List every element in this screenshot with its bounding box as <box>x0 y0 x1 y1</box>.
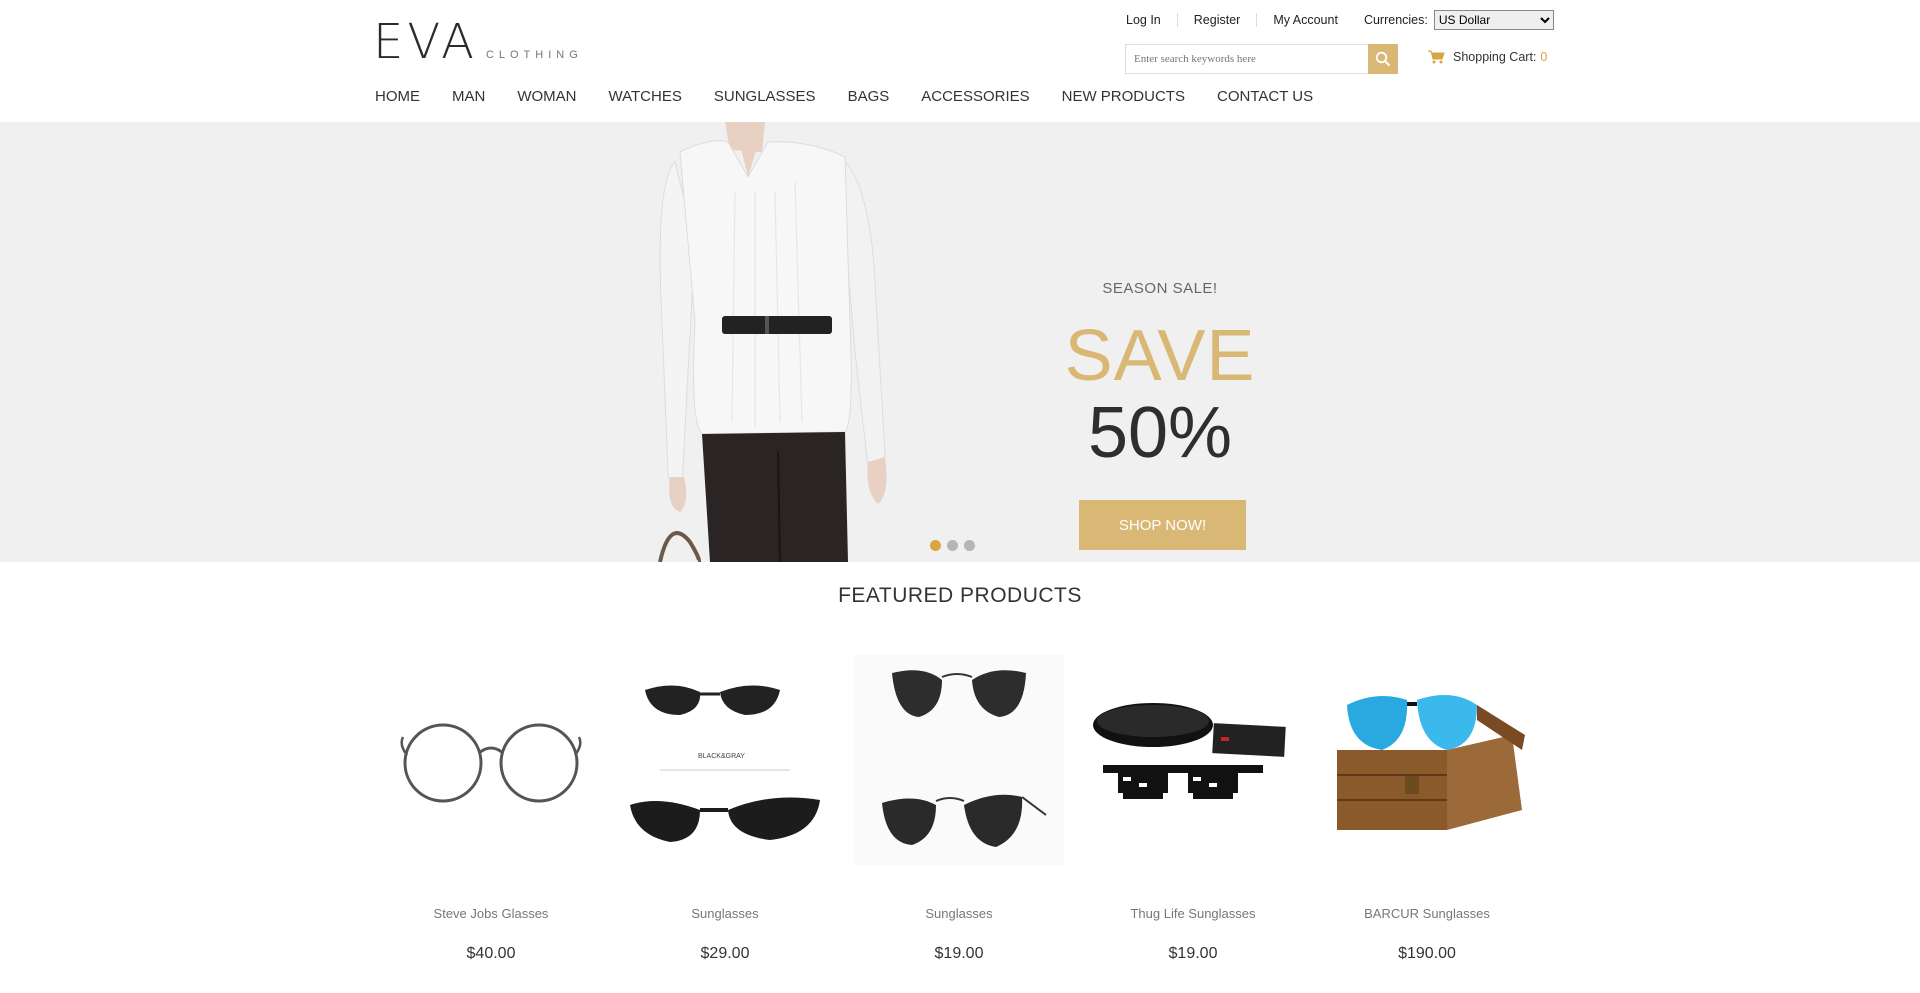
currency-select[interactable]: US Dollar <box>1433 10 1554 30</box>
nav-item-woman[interactable]: WOMAN <box>517 88 576 105</box>
nav-item-contact-us[interactable]: CONTACT US <box>1217 88 1313 105</box>
nav-item-home[interactable]: HOME <box>375 88 420 105</box>
product-caption: BLACK&GRAY <box>698 753 745 760</box>
product-price: $190.00 <box>1398 945 1456 962</box>
hero-eyebrow: SEASON SALE! <box>1102 280 1218 297</box>
featured-products-title: FEATURED PRODUCTS <box>838 584 1082 607</box>
product-image: BLACK&GRAY <box>620 650 830 870</box>
search-button[interactable] <box>1368 44 1398 74</box>
shopping-cart[interactable]: Shopping Cart: 0 <box>1428 50 1547 64</box>
product-name: Sunglasses <box>691 906 759 921</box>
shop-now-button[interactable]: SHOP NOW! <box>1079 500 1246 550</box>
product-price: $40.00 <box>466 945 516 962</box>
hero-discount: 50% <box>1087 393 1233 473</box>
hero-headline: SAVE <box>1064 316 1256 396</box>
cart-label: Shopping Cart: <box>1453 50 1537 64</box>
top-links: Log In Register My Account Currencies: U… <box>1110 10 1554 30</box>
hero-slider: SEASON SALE! SAVE 50% SHOP NOW! <box>0 122 1920 562</box>
slider-dots <box>930 540 981 551</box>
product-card[interactable]: Thug Life Sunglasses $19.00 <box>1076 650 1310 963</box>
nav-item-man[interactable]: MAN <box>452 88 485 105</box>
nav-item-new-products[interactable]: NEW PRODUCTS <box>1062 88 1185 105</box>
product-grid: Steve Jobs Glasses $40.00 BLACK&GRAY Sun… <box>374 650 1544 963</box>
nav-item-accessories[interactable]: ACCESSORIES <box>921 88 1029 105</box>
logo[interactable]: EVA CLOTHING <box>373 14 583 70</box>
slider-dot-1[interactable] <box>930 540 941 551</box>
nav-item-sunglasses[interactable]: SUNGLASSES <box>714 88 816 105</box>
product-image <box>854 650 1064 870</box>
search-bar <box>1125 44 1398 74</box>
currencies-label: Currencies: <box>1363 13 1428 27</box>
logo-tagline: CLOTHING <box>485 49 583 61</box>
register-link[interactable]: Register <box>1178 13 1258 27</box>
product-card[interactable]: Steve Jobs Glasses $40.00 <box>374 650 608 963</box>
product-name: Sunglasses <box>925 906 993 921</box>
product-name: BARCUR Sunglasses <box>1364 906 1490 921</box>
main-nav: HOME MAN WOMAN WATCHES SUNGLASSES BAGS A… <box>375 88 1345 105</box>
product-price: $19.00 <box>934 945 984 962</box>
nav-item-watches[interactable]: WATCHES <box>609 88 682 105</box>
search-icon <box>1375 51 1391 67</box>
logo-wordmark: EVA <box>373 14 478 70</box>
my-account-link[interactable]: My Account <box>1257 13 1354 27</box>
cart-icon <box>1428 50 1445 64</box>
product-card[interactable]: BARCUR Sunglasses $190.00 <box>1310 650 1544 963</box>
product-name: Steve Jobs Glasses <box>433 906 549 921</box>
login-link[interactable]: Log In <box>1110 13 1178 27</box>
product-card[interactable]: Sunglasses $19.00 <box>842 650 1076 963</box>
slider-dot-2[interactable] <box>947 540 958 551</box>
product-image <box>386 650 596 870</box>
slider-dot-3[interactable] <box>964 540 975 551</box>
hero-model-image <box>658 122 887 562</box>
site-header: EVA CLOTHING Log In Register My Account … <box>0 0 1920 122</box>
search-input[interactable] <box>1125 44 1368 74</box>
product-card[interactable]: BLACK&GRAY Sunglasses $29.00 <box>608 650 842 963</box>
nav-item-bags[interactable]: BAGS <box>848 88 890 105</box>
product-image <box>1088 650 1298 870</box>
product-price: $19.00 <box>1168 945 1218 962</box>
product-image <box>1322 650 1532 870</box>
cart-count: 0 <box>1540 50 1548 64</box>
product-price: $29.00 <box>700 945 750 962</box>
product-name: Thug Life Sunglasses <box>1130 906 1256 921</box>
